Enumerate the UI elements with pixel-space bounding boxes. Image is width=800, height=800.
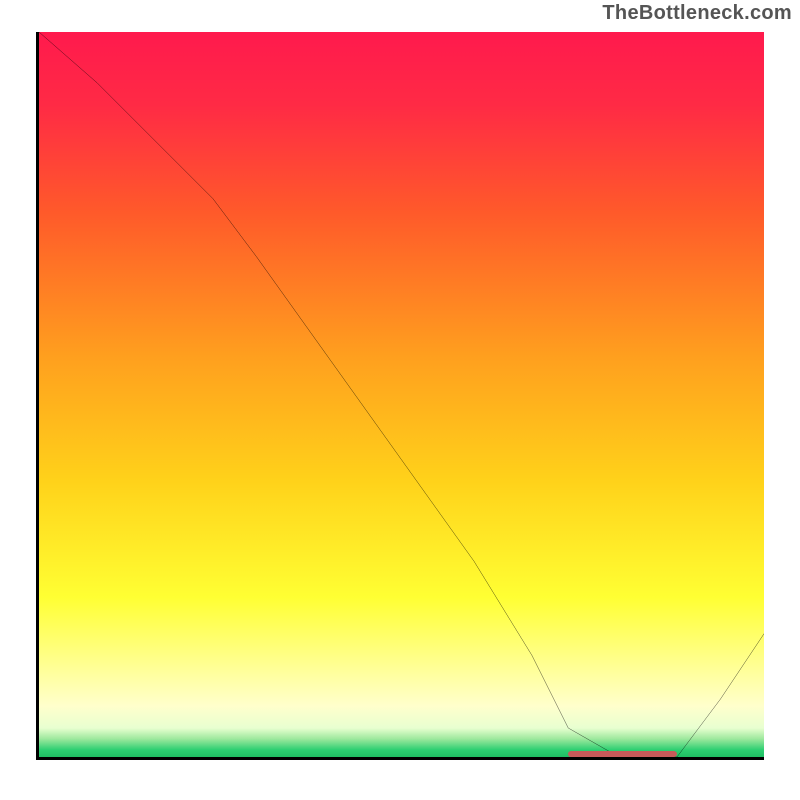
chart-container: TheBottleneck.com [0,0,800,800]
watermark-text: TheBottleneck.com [602,2,792,25]
chart-svg [39,32,764,757]
optimal-region-marker [568,751,677,757]
gradient-background [39,32,764,757]
plot-area [36,32,764,760]
